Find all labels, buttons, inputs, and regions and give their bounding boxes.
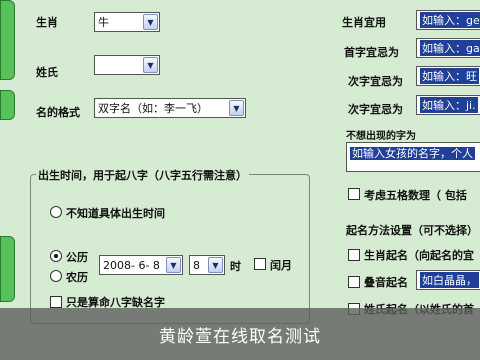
rhythm-input[interactable]: 如白晶晶， <box>416 270 480 290</box>
first-char-input[interactable]: 如输入：gao <box>416 38 480 58</box>
chevron-down-icon[interactable]: ▼ <box>208 257 223 273</box>
side-tab-top[interactable] <box>0 0 15 80</box>
birth-hour-value: 8 <box>193 258 200 272</box>
third-char-label: 次字宜忌为 <box>348 103 403 116</box>
second-char-label: 次字宜忌为 <box>348 75 403 88</box>
video-caption: 黄龄萱在线取名测试 <box>0 308 480 360</box>
first-char-label: 首字宜忌为 <box>344 46 399 59</box>
third-char-input[interactable]: 如输入：ji. <box>416 95 480 115</box>
shengxiao-method-label[interactable]: 生肖起名（向起名的宜 <box>364 247 474 263</box>
birth-date-select[interactable]: 2008- 6- 8 ▼ <box>99 255 183 275</box>
solar-label[interactable]: 公历 <box>66 249 88 265</box>
birth-hour-select[interactable]: 8 ▼ <box>189 255 225 275</box>
exclude-chars-textarea[interactable]: 如输入女孩的名字，个人 <box>346 142 480 172</box>
lunar-label[interactable]: 农历 <box>66 269 88 285</box>
bazi-only-checkbox[interactable] <box>50 296 62 308</box>
second-char-input[interactable]: 如输入：旺 <box>416 66 480 86</box>
five-elements-checkbox[interactable] <box>348 188 360 200</box>
right-zodiac-input[interactable]: 如输入：gen <box>416 10 480 30</box>
chevron-down-icon[interactable]: ▼ <box>143 57 158 73</box>
unknown-birth-radio[interactable] <box>50 206 62 218</box>
hour-unit-label: 时 <box>230 260 241 273</box>
rhythm-input-text: 如白晶晶， <box>420 272 479 288</box>
right-zodiac-input-text: 如输入：gen <box>420 12 480 28</box>
shengxiao-method-checkbox[interactable] <box>348 249 360 261</box>
solar-radio[interactable] <box>50 250 62 262</box>
surname-select[interactable]: ▼ <box>94 55 160 75</box>
unknown-birth-label[interactable]: 不知道具体出生时间 <box>66 205 165 221</box>
chevron-down-icon[interactable]: ▼ <box>143 14 158 30</box>
method-settings-label: 起名方法设置（可不选择） <box>346 224 478 237</box>
chevron-down-icon[interactable]: ▼ <box>166 257 181 273</box>
exclude-chars-label: 不想出现的字为 <box>346 131 416 142</box>
third-char-input-text: 如输入：ji. <box>420 97 478 113</box>
second-char-input-text: 如输入：旺 <box>420 68 479 84</box>
name-format-select-value: 双字名（如：李一飞） <box>98 102 208 115</box>
caption-text: 黄龄萱在线取名测试 <box>159 326 321 347</box>
name-format-label: 名的格式 <box>36 106 80 119</box>
rhythm-checkbox[interactable] <box>348 276 360 288</box>
surname-label: 姓氏 <box>36 66 58 79</box>
five-elements-label[interactable]: 考虑五格数理（ 包括 <box>364 187 467 203</box>
side-tab-1[interactable] <box>0 90 15 120</box>
rhythm-label[interactable]: 叠音起名 <box>364 274 408 290</box>
lunar-radio[interactable] <box>50 270 62 282</box>
right-zodiac-label: 生肖宜用 <box>342 16 386 29</box>
leap-month-checkbox[interactable] <box>254 258 266 270</box>
first-char-input-text: 如输入：gao <box>420 40 480 56</box>
name-format-select[interactable]: 双字名（如：李一飞） ▼ <box>94 98 246 118</box>
birth-time-legend: 出生时间，用于起八字（八字五行需注意） <box>36 167 249 183</box>
side-tab-2[interactable] <box>0 236 15 302</box>
chevron-down-icon[interactable]: ▼ <box>229 100 244 116</box>
birth-date-value: 2008- 6- 8 <box>103 258 160 272</box>
exclude-chars-text: 如输入女孩的名字，个人 <box>350 147 475 160</box>
zodiac-select-value: 牛 <box>98 16 109 29</box>
leap-month-label[interactable]: 闰月 <box>270 257 292 273</box>
zodiac-select[interactable]: 牛 ▼ <box>94 12 160 32</box>
zodiac-label: 生肖 <box>36 16 58 29</box>
